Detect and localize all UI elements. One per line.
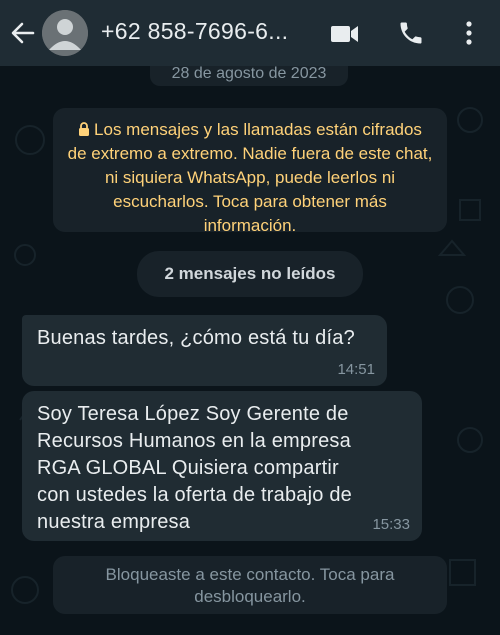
arrow-left-icon: [11, 22, 35, 44]
message-bubble[interactable]: Buenas tardes, ¿cómo está tu día? 14:51: [22, 315, 387, 386]
encryption-notice-text: Los mensajes y las llamadas están cifrad…: [67, 120, 433, 235]
video-call-button[interactable]: [330, 21, 360, 47]
message-text: Soy Teresa López Soy Gerente de Recursos…: [37, 403, 352, 533]
lock-icon: [79, 122, 90, 136]
message-time: 15:33: [372, 516, 410, 533]
back-button[interactable]: [8, 18, 38, 48]
message-time: 14:51: [337, 361, 375, 378]
message-bubble[interactable]: Soy Teresa López Soy Gerente de Recursos…: [22, 391, 422, 541]
video-camera-icon: [331, 26, 358, 42]
blocked-contact-notice[interactable]: Bloqueaste a este contacto. Toca para de…: [53, 556, 447, 614]
default-avatar-icon: [42, 10, 88, 56]
more-vertical-icon: [466, 21, 472, 45]
more-options-button[interactable]: [459, 18, 479, 48]
avatar[interactable]: [42, 10, 88, 56]
message-text: Buenas tardes, ¿cómo está tu día?: [37, 327, 355, 349]
voice-call-button[interactable]: [397, 19, 425, 47]
unread-messages-divider: 2 mensajes no leídos: [137, 251, 363, 297]
phone-icon: [400, 22, 422, 44]
chat-header: +62 858-7696-6...: [0, 0, 500, 66]
encryption-notice[interactable]: Los mensajes y las llamadas están cifrad…: [53, 108, 447, 235]
contact-name[interactable]: +62 858-7696-6...: [101, 18, 306, 45]
